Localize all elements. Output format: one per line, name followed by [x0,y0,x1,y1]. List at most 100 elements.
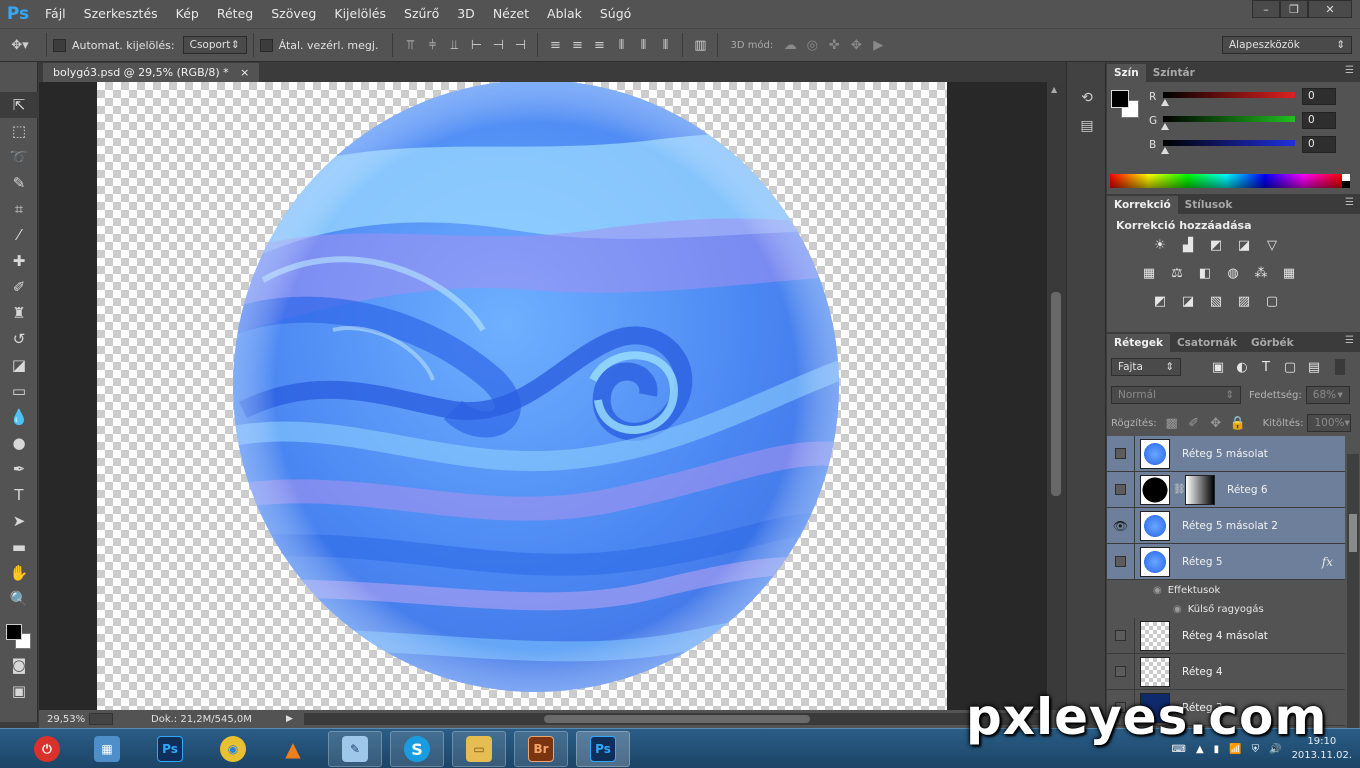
blend-mode-dropdown[interactable]: Normál ⇕ [1111,386,1241,404]
scroll-up-icon[interactable]: ▲ [1051,85,1057,94]
brush-tool-icon[interactable]: ✐ [0,274,38,300]
taskbar-photoshop[interactable]: Ps [143,731,197,767]
slider-thumb[interactable] [1161,147,1169,154]
slider-value[interactable]: 0 [1302,136,1336,153]
zoom-level[interactable]: 29,53% [47,714,89,725]
properties-panel-icon[interactable]: ▤ [1067,112,1107,140]
layer-name[interactable]: Réteg 5 másolat 2 [1182,520,1278,532]
black-white-icon[interactable]: ◧ [1196,264,1214,282]
layer-row[interactable]: Réteg 5 másolat [1107,435,1345,472]
color-balance-icon[interactable]: ⚖ [1168,264,1186,282]
filter-pixel-icon[interactable]: ▣ [1209,358,1227,376]
foreground-color-swatch[interactable] [1111,90,1129,108]
brightness-icon[interactable]: ☀ [1151,236,1169,254]
layer-visibility[interactable] [1107,435,1135,472]
layer-visibility[interactable]: 👁 [1107,507,1135,544]
effects-row[interactable]: ◉ Effektusok [1135,581,1345,600]
layers-scroll-thumb[interactable] [1349,514,1357,552]
layer-visibility[interactable] [1107,653,1135,690]
tab-paths[interactable]: Görbék [1244,334,1301,352]
gradient-tool-icon[interactable]: ▭ [0,378,38,404]
history-panel-icon[interactable]: ⟲ [1067,84,1107,112]
taskbar-skype[interactable]: S [390,731,444,767]
pen-tool-icon[interactable]: ✒ [0,456,38,482]
eye-icon[interactable]: ◉ [1173,604,1182,615]
filter-adjustment-icon[interactable]: ◐ [1233,358,1251,376]
layer-name[interactable]: Réteg 5 [1182,556,1223,568]
align-hcenter-icon[interactable]: ⊣ [487,34,509,56]
lasso-tool-icon[interactable]: ➰ [0,144,38,170]
auto-select-dropdown[interactable]: Csoport ⇕ [182,36,247,54]
shape-tool-icon[interactable]: ▬ [0,534,38,560]
3d-orbit-icon[interactable]: ☁ [779,34,801,56]
document-canvas[interactable] [97,82,947,710]
workspace-dropdown[interactable]: Alapeszközök ⇕ [1222,36,1352,54]
close-button[interactable]: ✕ [1308,0,1352,18]
restore-button[interactable]: ❐ [1280,0,1308,18]
black-white-swatch[interactable] [1342,174,1350,188]
layers-scrollbar[interactable] [1347,454,1359,766]
posterize-icon[interactable]: ◪ [1179,292,1197,310]
visibility-box[interactable] [1115,630,1126,641]
layer-name[interactable]: Réteg 6 [1227,484,1268,496]
align-right-icon[interactable]: ⊣ [509,34,531,56]
menu-3d[interactable]: 3D [448,0,484,28]
selective-color-icon[interactable]: ▢ [1263,292,1281,310]
filter-smart-icon[interactable]: ▤ [1305,358,1323,376]
status-menu-arrow-icon[interactable]: ▶ [286,714,293,724]
marquee-tool-icon[interactable]: ⬚ [0,118,38,144]
eye-icon[interactable]: ◉ [1153,585,1162,596]
slider-thumb[interactable] [1161,123,1169,130]
vibrance-icon[interactable]: ▦ [1140,264,1158,282]
layer-visibility[interactable] [1107,471,1135,508]
screen-mode-icon[interactable]: ▣ [0,678,38,704]
taskbar-notepad[interactable]: ✎ [328,731,382,767]
layer-row[interactable]: ⛓ Réteg 6 [1107,471,1345,508]
taskbar-bridge[interactable]: Br [514,731,568,767]
color-spectrum[interactable] [1110,174,1342,188]
move-tool-preset-icon[interactable]: ✥▾ [0,34,40,56]
lock-all-icon[interactable]: 🔒 [1229,414,1247,432]
lock-position-icon[interactable]: ✥ [1207,414,1225,432]
eye-icon[interactable]: 👁 [1113,519,1128,533]
effect-outer-glow-row[interactable]: ◉ Külső ragyogás [1135,600,1345,619]
menu-layer[interactable]: Réteg [208,0,262,28]
threshold-icon[interactable]: ▧ [1207,292,1225,310]
layer-name[interactable]: Réteg 4 másolat [1182,630,1268,642]
dodge-tool-icon[interactable]: ● [0,430,38,456]
lock-pixels-icon[interactable]: ✐ [1185,414,1203,432]
taskbar-chrome[interactable]: ◉ [206,731,260,767]
menu-window[interactable]: Ablak [538,0,591,28]
color-swatches[interactable] [0,612,37,652]
document-tab[interactable]: bolygó3.psd @ 29,5% (RGB/8) * × [43,63,260,82]
mask-link-icon[interactable]: ⛓ [1173,484,1186,495]
align-vcenter-icon[interactable]: ⫩ [421,34,443,56]
zoom-tool-icon[interactable]: 🔍 [0,586,38,612]
layer-name[interactable]: Réteg 4 [1182,666,1223,678]
filter-type-icon[interactable]: T [1257,358,1275,376]
layer-mask-thumbnail[interactable] [1185,474,1215,505]
quick-mask-icon[interactable]: ◙ [0,652,38,678]
slider-blue[interactable]: B 0 [1149,136,1355,158]
horizontal-scroll-thumb[interactable] [544,715,810,723]
foreground-color-swatch[interactable] [6,624,22,640]
opacity-field[interactable]: 68% ▾ [1305,386,1350,404]
menu-type[interactable]: Szöveg [262,0,325,28]
align-left-icon[interactable]: ⊢ [465,34,487,56]
move-tool-icon[interactable]: ⇱ [0,92,38,118]
panel-menu-icon[interactable]: ☰ [1345,197,1354,208]
tab-close-icon[interactable]: × [240,66,249,79]
distribute-right-icon[interactable]: ⦀ [654,34,676,56]
layer-row[interactable]: Réteg 5 fx [1107,543,1345,580]
auto-align-icon[interactable]: ▥ [689,34,711,56]
vertical-scroll-thumb[interactable] [1051,292,1061,496]
taskbar-calculator[interactable]: ▦ [80,731,134,767]
layer-effects-icon[interactable]: fx [1322,555,1333,569]
layer-visibility[interactable] [1107,617,1135,654]
tab-styles[interactable]: Stílusok [1178,196,1240,214]
3d-slide-icon[interactable]: ✥ [845,34,867,56]
quick-select-tool-icon[interactable]: ✎ [0,170,38,196]
slider-value[interactable]: 0 [1302,112,1336,129]
clone-stamp-tool-icon[interactable]: ♜ [0,300,38,326]
align-bottom-icon[interactable]: ⫫ [443,34,465,56]
